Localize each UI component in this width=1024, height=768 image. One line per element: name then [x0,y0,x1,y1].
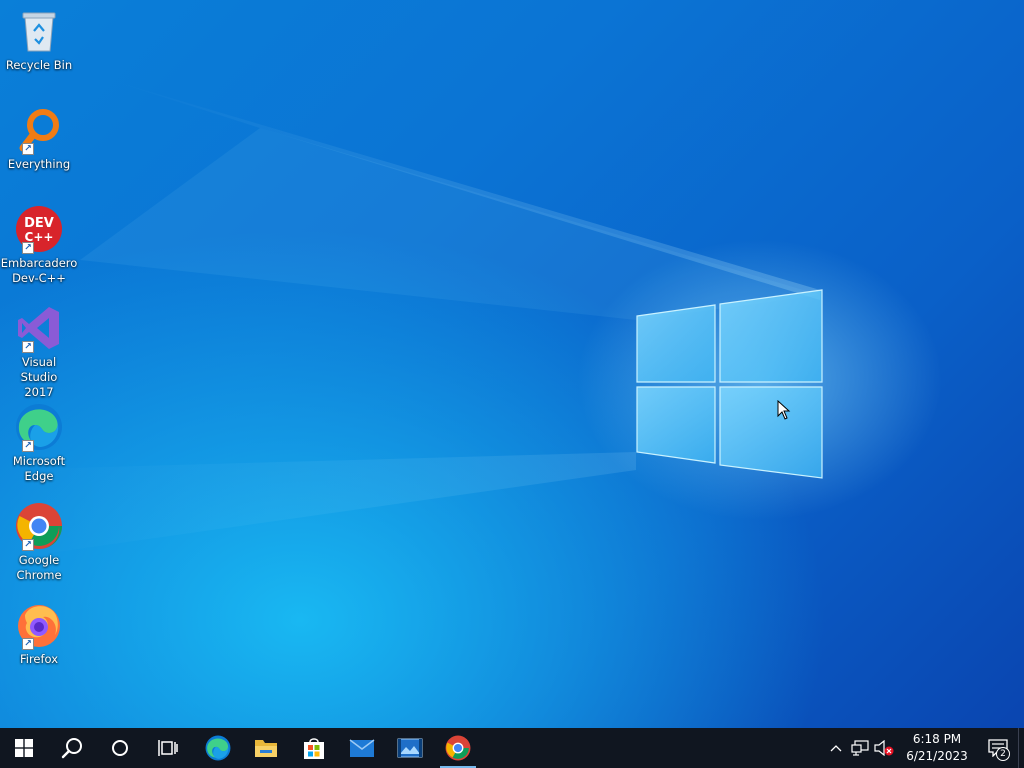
taskbar: 6:18 PM 6/21/2023 2 [0,728,1024,768]
start-icon [15,739,33,757]
desktop-icon-recycle-bin[interactable]: Recycle Bin [4,6,74,73]
taskbar-edge-button[interactable] [194,728,242,768]
photos-icon [397,738,423,758]
shortcut-arrow-icon: ↗ [22,341,34,353]
network-icon [851,740,869,756]
shortcut-arrow-icon: ↗ [22,539,34,551]
edge-icon: ↗ [14,402,64,452]
show-desktop-button[interactable] [1018,728,1024,768]
desktop-icon-label: Visual Studio 2017 [20,355,58,399]
system-tray: 6:18 PM 6/21/2023 2 [824,728,1024,768]
mouse-cursor-icon [777,400,791,420]
desktop-icon-dev-cpp[interactable]: DEV C++ ↗ Embarcadero Dev-C++ [1,204,77,286]
start-button[interactable] [0,728,48,768]
desktop[interactable]: Recycle Bin ↗ Everything DEV C++ ↗ Embar… [0,0,1024,728]
desktop-icon-chrome[interactable]: ↗ Google Chrome [4,501,74,583]
desktop-icon-edge[interactable]: ↗ Microsoft Edge [4,402,74,484]
file-explorer-icon [255,740,277,757]
taskbar-chrome-button[interactable] [434,728,482,768]
shortcut-arrow-icon: ↗ [22,242,34,254]
clock-date: 6/21/2023 [906,749,968,763]
windows-logo [636,289,823,479]
desktop-icon-label: Embarcadero Dev-C++ [0,256,78,285]
chrome-icon [445,735,471,761]
devcpp-badge-line1: DEV [24,216,54,231]
chrome-icon: ↗ [14,501,64,551]
taskbar-mail-button[interactable] [338,728,386,768]
taskbar-photos-button[interactable] [386,728,434,768]
shortcut-arrow-icon: ↗ [22,440,34,452]
taskbar-file-explorer-button[interactable] [242,728,290,768]
shortcut-arrow-icon: ↗ [22,638,34,650]
firefox-icon: ↗ [14,600,64,650]
dev-cpp-icon: DEV C++ ↗ [14,204,64,254]
clock-time: 6:18 PM [912,732,962,746]
desktop-icon-label: Microsoft Edge [12,454,66,483]
desktop-icon-label: Recycle Bin [5,58,73,72]
show-hidden-icons-button[interactable] [824,728,848,768]
chevron-up-icon [830,745,842,752]
volume-button[interactable] [872,728,896,768]
desktop-icon-visual-studio[interactable]: ↗ Visual Studio 2017 [4,303,74,400]
task-view-icon [158,740,178,756]
everything-search-icon: ↗ [14,105,64,155]
search-icon [61,738,82,759]
task-view-button[interactable] [144,728,192,768]
visual-studio-icon: ↗ [14,303,64,353]
shortcut-arrow-icon: ↗ [22,143,34,155]
mail-icon [349,739,375,757]
action-center-button[interactable]: 2 [978,728,1018,768]
desktop-icon-label: Firefox [19,652,59,666]
recycle-bin-icon [14,6,64,56]
store-icon [304,738,324,759]
desktop-icon-firefox[interactable]: ↗ Firefox [4,600,74,667]
desktop-icon-everything[interactable]: ↗ Everything [4,105,74,172]
cortana-icon [112,740,128,756]
wallpaper [0,80,823,560]
volume-muted-icon [874,740,894,756]
network-button[interactable] [848,728,872,768]
cortana-button[interactable] [96,728,144,768]
desktop-icon-label: Google Chrome [16,553,62,582]
desktop-icon-label: Everything [7,157,71,171]
edge-icon [205,735,231,761]
clock[interactable]: 6:18 PM 6/21/2023 [896,728,978,768]
taskbar-store-button[interactable] [290,728,338,768]
notification-count-badge: 2 [996,747,1010,761]
search-button[interactable] [48,728,96,768]
